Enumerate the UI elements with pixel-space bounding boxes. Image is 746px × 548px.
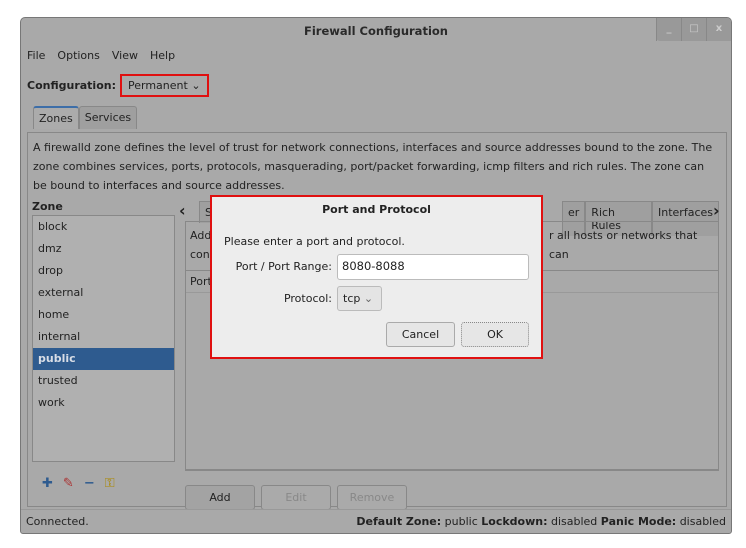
menu-options[interactable]: Options xyxy=(57,49,99,62)
remove-zone-icon[interactable]: − xyxy=(84,476,95,491)
tab-services[interactable]: Services xyxy=(78,106,138,129)
edit-button[interactable]: Edit xyxy=(261,485,331,510)
zone-item[interactable]: dmz xyxy=(33,238,174,260)
zone-item[interactable]: drop xyxy=(33,260,174,282)
zone-item[interactable]: block xyxy=(33,216,174,238)
menu-help[interactable]: Help xyxy=(150,49,175,62)
ok-button[interactable]: OK xyxy=(461,322,529,347)
zone-item[interactable]: internal xyxy=(33,326,174,348)
zone-item[interactable]: work xyxy=(33,392,174,414)
status-bar: Connected. Default Zone: public Lockdown… xyxy=(21,509,731,533)
zone-item[interactable]: trusted xyxy=(33,370,174,392)
close-button[interactable]: x xyxy=(706,18,731,41)
zones-description: A firewalld zone defines the level of tr… xyxy=(33,141,713,192)
minimize-button[interactable]: _ xyxy=(656,18,681,41)
default-zone-value: public xyxy=(444,515,478,528)
menu-file[interactable]: File xyxy=(27,49,45,62)
configuration-value: Permanent xyxy=(127,79,188,92)
tab-zones[interactable]: Zones xyxy=(33,106,79,129)
protocol-label: Protocol: xyxy=(283,292,332,305)
menu-view[interactable]: View xyxy=(112,49,138,62)
add-zone-icon[interactable]: ✚ xyxy=(42,476,53,491)
port-protocol-dialog: Port and Protocol Please enter a port an… xyxy=(210,195,543,359)
lockdown-label: Lockdown: xyxy=(481,515,548,528)
default-zone-label: Default Zone: xyxy=(356,515,442,528)
ports-desc-right: r all hosts or networks that can xyxy=(549,229,698,261)
zone-item[interactable]: home xyxy=(33,304,174,326)
title-bar: Firewall Configuration _ □ x xyxy=(21,18,731,44)
zone-label: Zone xyxy=(32,200,63,213)
panic-value: disabled xyxy=(679,515,726,528)
configuration-dropdown[interactable]: Permanent ⌄ xyxy=(119,74,209,97)
dialog-message: Please enter a port and protocol. xyxy=(224,235,405,248)
chevron-down-icon: ⌄ xyxy=(191,79,201,92)
zone-item-selected[interactable]: public xyxy=(33,348,174,370)
add-button[interactable]: Add xyxy=(185,485,255,510)
dialog-title: Port and Protocol xyxy=(322,203,431,216)
cancel-button[interactable]: Cancel xyxy=(386,322,455,347)
chevron-right-icon[interactable]: › xyxy=(713,201,720,220)
lockdown-value: disabled xyxy=(550,515,598,528)
window-title: Firewall Configuration xyxy=(304,24,448,38)
port-range-input[interactable]: 8080-8088 xyxy=(337,254,529,280)
chevron-down-icon: ⌄ xyxy=(363,292,374,305)
protocol-select[interactable]: tcp ⌄ xyxy=(337,286,382,311)
remove-button[interactable]: Remove xyxy=(337,485,407,510)
connection-status: Connected. xyxy=(26,515,89,528)
protocol-value: tcp xyxy=(343,292,361,305)
edit-zone-icon[interactable]: ✎ xyxy=(63,476,74,491)
panic-label: Panic Mode: xyxy=(600,515,677,528)
zone-list: block dmz drop external home internal pu… xyxy=(32,215,175,462)
chevron-left-icon[interactable]: ‹ xyxy=(179,201,186,220)
load-defaults-icon[interactable]: ⚿ xyxy=(105,476,115,491)
zone-item[interactable]: external xyxy=(33,282,174,304)
menu-bar: File Options View Help xyxy=(21,44,731,66)
configuration-label: Configuration: xyxy=(27,79,116,92)
maximize-button[interactable]: □ xyxy=(681,18,706,41)
port-range-label: Port / Port Range: xyxy=(235,260,332,273)
